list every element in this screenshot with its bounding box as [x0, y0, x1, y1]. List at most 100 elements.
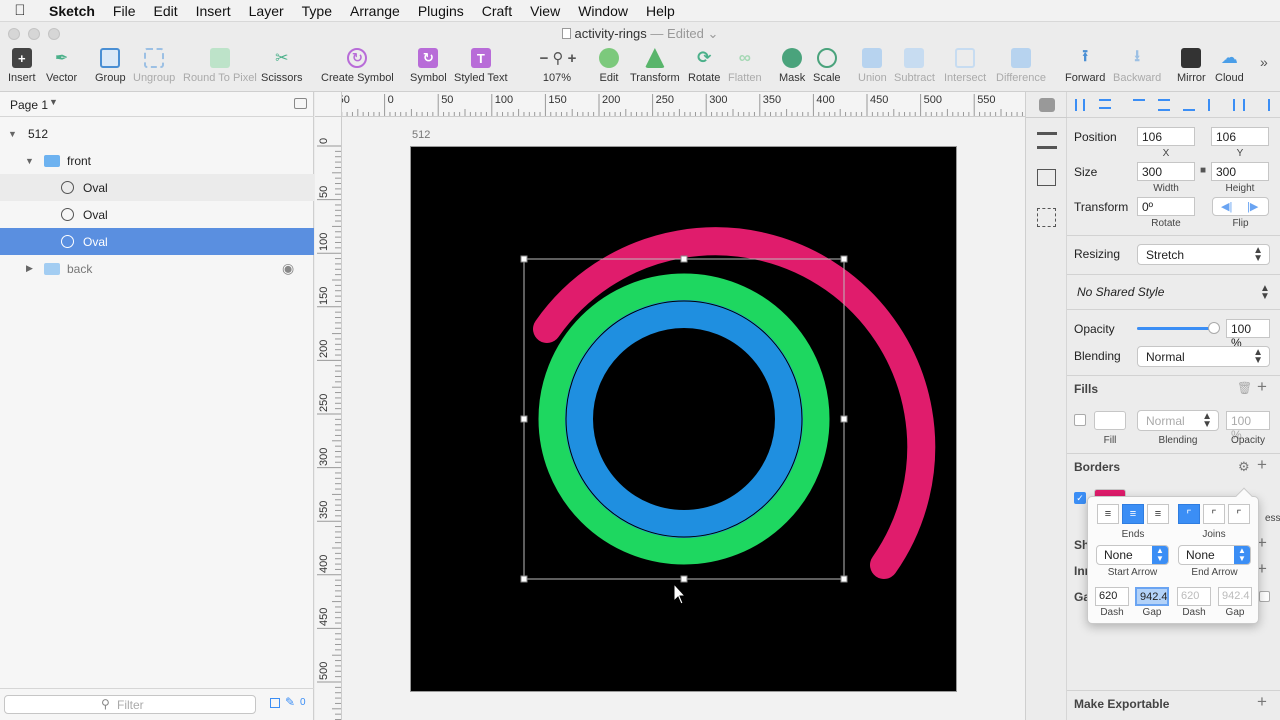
menu-edit[interactable]: Edit — [144, 3, 186, 19]
menu-window[interactable]: Window — [569, 3, 637, 19]
opacity-input[interactable]: 100 % — [1226, 319, 1270, 350]
opacity-slider-knob[interactable] — [1208, 322, 1220, 334]
opacity-slider[interactable] — [1137, 322, 1220, 334]
start-arrow-select[interactable]: None ▲ ▼ — [1096, 545, 1169, 565]
edited-status[interactable]: — Edited — [650, 26, 703, 41]
filter-input[interactable]: ⚲ Filter — [4, 695, 256, 714]
create-symbol-button[interactable]: ↻ Create Symbol — [321, 48, 394, 84]
layer-oval[interactable]: Oval — [0, 201, 314, 228]
resizing-select[interactable]: Stretch ▲ ▼ — [1137, 244, 1270, 265]
toolbar-overflow-icon[interactable]: » — [1260, 54, 1268, 70]
fill-checkbox[interactable] — [1074, 414, 1086, 426]
menu-type[interactable]: Type — [293, 3, 341, 19]
disclosure-closed-icon[interactable]: ▶ — [26, 263, 33, 274]
flip-vertical-icon[interactable]: |▶ — [1247, 200, 1258, 213]
union-button[interactable]: Union — [858, 48, 887, 84]
cloud-button[interactable]: ☁ Cloud — [1215, 48, 1244, 84]
vector-button[interactable]: ✒ Vector — [46, 48, 77, 84]
resize-handle-right[interactable] — [840, 415, 848, 423]
subtract-button[interactable]: Subtract — [894, 48, 935, 84]
width-input[interactable]: 300 — [1137, 162, 1195, 181]
arrange-icon[interactable] — [1037, 132, 1057, 149]
pencil-icon[interactable]: ✎ — [285, 695, 295, 709]
forward-button[interactable]: ⭱ Forward — [1065, 48, 1105, 85]
blending-select[interactable]: Normal ▲ ▼ — [1137, 346, 1270, 367]
apple-icon[interactable]:  — [0, 2, 40, 19]
gear-icon[interactable]: ⚙ — [1238, 459, 1250, 475]
transform-button[interactable]: Transform — [630, 48, 680, 84]
prototype-icon[interactable] — [1037, 208, 1056, 227]
mask-button[interactable]: Mask — [779, 48, 805, 84]
make-exportable-header[interactable]: Make Exportable — [1074, 697, 1169, 711]
styled-text-button[interactable]: T Styled Text — [454, 48, 508, 84]
canvas[interactable]: 512 — [342, 117, 1025, 720]
menu-file[interactable]: File — [104, 3, 145, 19]
insert-button[interactable]: + Insert — [8, 48, 36, 84]
dash2-input[interactable]: 620 — [1177, 587, 1211, 606]
round-join-button[interactable]: ⌜ — [1203, 504, 1225, 524]
menu-plugins[interactable]: Plugins — [409, 3, 473, 19]
resize-handle-top[interactable] — [680, 255, 688, 263]
layer-artboard[interactable]: ▼ 512 — [0, 120, 314, 147]
scale-button[interactable]: Scale — [813, 48, 841, 84]
gap2-input[interactable]: 942.4 — [1218, 587, 1252, 606]
mirror-button[interactable]: Mirror — [1177, 48, 1206, 84]
butt-cap-button[interactable]: ≡ — [1097, 504, 1119, 524]
resize-handle-top-left[interactable] — [520, 255, 528, 263]
fill-color-well[interactable] — [1094, 411, 1126, 430]
align-left-icon[interactable] — [1208, 99, 1220, 111]
disclosure-open-icon[interactable]: ▼ — [8, 129, 17, 139]
height-input[interactable]: 300 — [1211, 162, 1269, 181]
menu-insert[interactable]: Insert — [187, 3, 240, 19]
horizontal-ruler[interactable]: -50 0 50 100 150 200 250 300 350 400 450 500 550 — [342, 92, 1025, 117]
menu-view[interactable]: View — [521, 3, 569, 19]
ungroup-button[interactable]: Ungroup — [133, 48, 175, 84]
layer-group-back[interactable]: ▶ back ◉ — [0, 255, 314, 282]
position-x-input[interactable]: 106 — [1137, 127, 1195, 146]
align-right-icon[interactable] — [1258, 99, 1270, 111]
round-cap-button[interactable]: ≡ — [1122, 504, 1144, 524]
trash-icon[interactable]: 🗑 — [1237, 381, 1252, 395]
square-cap-button[interactable]: ≡ — [1147, 504, 1169, 524]
collapse-icon[interactable] — [294, 98, 307, 109]
rotate-input[interactable]: 0º — [1137, 197, 1195, 216]
disclosure-open-icon[interactable]: ▼ — [25, 156, 34, 166]
gap1-input[interactable]: 942.4 — [1135, 587, 1169, 606]
dash1-input[interactable]: 620 — [1095, 587, 1129, 606]
resize-handle-bottom[interactable] — [680, 575, 688, 583]
style-icon[interactable] — [1037, 169, 1056, 186]
intersect-button[interactable]: Intersect — [944, 48, 986, 84]
menu-craft[interactable]: Craft — [473, 3, 521, 19]
distribute-horizontal-icon[interactable] — [1075, 99, 1085, 111]
difference-button[interactable]: Difference — [996, 48, 1046, 84]
round-to-pixel-button[interactable]: Round To Pixel — [183, 48, 257, 84]
align-center-icon[interactable] — [1233, 99, 1245, 111]
menu-arrange[interactable]: Arrange — [341, 3, 409, 19]
eye-icon[interactable]: ◉ — [282, 260, 294, 277]
position-y-input[interactable]: 106 — [1211, 127, 1269, 146]
end-arrow-select[interactable]: None ▲ ▼ — [1178, 545, 1251, 565]
artboard-filter-icon[interactable] — [270, 698, 280, 708]
vertical-ruler[interactable]: 0 50 100 150 200 250 300 350 400 450 500 — [315, 117, 342, 720]
fill-blending-select[interactable]: Normal ▲ ▼ — [1137, 410, 1219, 431]
add-export-icon[interactable]: + — [1257, 692, 1267, 712]
flip-horizontal-icon[interactable]: ◀| — [1221, 200, 1232, 213]
zoom-control[interactable]: − ⚲ +107% — [530, 48, 586, 84]
resize-handle-bottom-left[interactable] — [520, 575, 528, 583]
layer-oval-selected[interactable]: Oval — [0, 228, 314, 255]
resize-handle-bottom-right[interactable] — [840, 575, 848, 583]
shared-style-select[interactable]: No Shared Style ▲ ▼ — [1067, 275, 1280, 309]
distribute-vertical-icon[interactable] — [1099, 99, 1111, 109]
align-middle-icon[interactable] — [1158, 99, 1170, 111]
bevel-join-button[interactable]: ⌜ — [1228, 504, 1250, 524]
page-selector[interactable]: Page 1 ▼ — [0, 92, 314, 117]
border-checkbox[interactable]: ✓ — [1074, 492, 1086, 504]
layer-group-front[interactable]: ▼ front — [0, 147, 314, 174]
align-top-icon[interactable] — [1133, 99, 1145, 111]
backward-button[interactable]: ⭳ Backward — [1113, 48, 1161, 85]
group-button[interactable]: Group — [95, 48, 126, 84]
edit-button[interactable]: Edit — [599, 48, 619, 84]
menu-app[interactable]: Sketch — [40, 3, 104, 19]
rotate-button[interactable]: ⟳ Rotate — [688, 48, 720, 84]
resize-handle-left[interactable] — [520, 415, 528, 423]
